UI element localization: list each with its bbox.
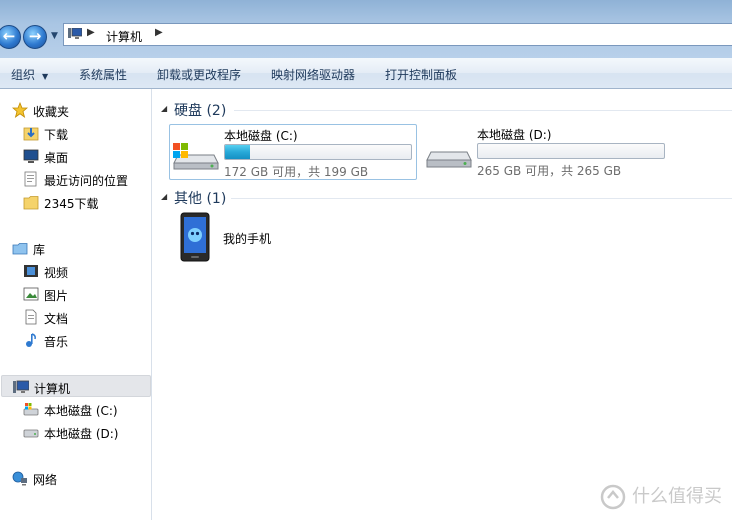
nav-item-label: 文档 (44, 312, 69, 326)
star-icon (12, 102, 28, 118)
nav-item-recent-places[interactable]: 最近访问的位置 (0, 168, 150, 190)
hard-drive-icon (23, 429, 39, 438)
address-bar[interactable]: ▶ 计算机 ▶ (63, 23, 732, 46)
collapse-arrow-icon[interactable]: ◢ (161, 104, 167, 113)
drive-name: 本地磁盘 (C:) (224, 129, 298, 143)
map-network-drive-button[interactable]: 映射网络驱动器 (271, 66, 355, 83)
desktop-icon (23, 149, 39, 163)
system-drive-icon (23, 403, 39, 416)
drive-usage-bar (224, 144, 412, 160)
nav-item-label: 本地磁盘 (C:) (44, 404, 118, 418)
nav-item-drive-d[interactable]: 本地磁盘 (D:) (0, 421, 150, 443)
drive-item-c[interactable]: 本地磁盘 (C:) 172 GB 可用，共 199 GB (169, 124, 417, 180)
open-control-panel-button[interactable]: 打开控制面板 (385, 66, 457, 83)
nav-item-label: 视频 (44, 266, 69, 280)
video-icon (24, 265, 38, 277)
collapse-arrow-icon[interactable]: ◢ (161, 192, 167, 201)
nav-item-label: 音乐 (44, 335, 69, 349)
drive-free-space: 172 GB 可用，共 199 GB (224, 165, 369, 179)
drive-usage-fill (225, 145, 251, 159)
group-title: 其他 (1) (174, 191, 227, 207)
system-drive-icon (173, 143, 219, 170)
drive-free-space: 265 GB 可用，共 265 GB (477, 164, 622, 178)
nav-item-desktop[interactable]: 桌面 (0, 145, 150, 167)
breadcrumb-computer[interactable]: 计算机 (106, 28, 142, 45)
pictures-icon (23, 287, 39, 301)
group-header-other[interactable]: ◢ 其他 (1) (161, 187, 732, 207)
watermark-text: 什么值得买 (632, 486, 722, 507)
uninstall-program-button[interactable]: 卸载或更改程序 (157, 66, 241, 83)
watermark: 什么值得买 (600, 482, 722, 510)
organize-label: 组织 (11, 68, 36, 82)
group-header-hard-drives[interactable]: ◢ 硬盘 (2) (161, 99, 732, 119)
music-icon (26, 333, 36, 347)
group-divider (234, 110, 732, 111)
watermark-logo-icon (600, 484, 626, 510)
command-bar: 组织 ▼ 系统属性 卸载或更改程序 映射网络驱动器 打开控制面板 (0, 58, 732, 89)
downloads-folder-icon (23, 127, 39, 141)
nav-item-pictures[interactable]: 图片 (0, 283, 150, 305)
nav-network[interactable]: 网络 (0, 467, 150, 489)
back-button[interactable]: ← (0, 25, 21, 49)
nav-item-music[interactable]: 音乐 (0, 329, 150, 351)
nav-item-downloads[interactable]: 下载 (0, 122, 150, 144)
drive-name: 本地磁盘 (D:) (477, 128, 552, 142)
breadcrumb-separator-icon[interactable]: ▶ (155, 27, 163, 38)
computer-icon (13, 380, 29, 393)
nav-favorites[interactable]: 收藏夹 (0, 99, 150, 121)
nav-item-2345-downloads[interactable]: 2345下载 (0, 191, 150, 213)
content-area: ◢ 硬盘 (2) 本地磁盘 (C:) 172 GB 可用，共 199 GB 本地… (153, 89, 732, 520)
computer-icon (68, 28, 82, 39)
group-title: 硬盘 (2) (174, 103, 227, 119)
phone-icon (180, 212, 210, 262)
back-arrow-icon: ← (2, 27, 16, 45)
nav-libraries-label: 库 (33, 243, 46, 257)
nav-computer-label: 计算机 (34, 382, 71, 396)
group-divider (231, 198, 732, 199)
nav-network-label: 网络 (33, 473, 58, 487)
nav-item-videos[interactable]: 视频 (0, 260, 150, 282)
network-icon (12, 471, 27, 486)
window-header: ← → ▼ ▶ 计算机 ▶ (0, 0, 732, 58)
nav-item-label: 2345下载 (44, 197, 99, 211)
drive-usage-bar (477, 143, 665, 159)
navigation-pane: 收藏夹 下载 桌面 最近访问的位置 2345下载 库 视频 图片 文档 音乐 计… (0, 89, 152, 520)
device-item-phone[interactable]: 我的手机 (180, 212, 380, 266)
folder-icon (23, 196, 39, 210)
hard-drive-icon (426, 151, 472, 168)
documents-icon (25, 309, 37, 325)
dropdown-arrow-icon: ▼ (42, 72, 49, 81)
nav-item-documents[interactable]: 文档 (0, 306, 150, 328)
system-properties-button[interactable]: 系统属性 (79, 66, 127, 83)
library-icon (12, 243, 28, 255)
nav-item-label: 本地磁盘 (D:) (44, 427, 119, 441)
recent-pages-dropdown-icon[interactable]: ▼ (51, 31, 58, 41)
device-name: 我的手机 (223, 232, 272, 246)
forward-arrow-icon: → (28, 27, 42, 45)
nav-item-label: 最近访问的位置 (44, 174, 129, 188)
organize-button[interactable]: 组织 ▼ (11, 66, 48, 83)
nav-libraries[interactable]: 库 (0, 237, 150, 259)
nav-item-label: 下载 (44, 128, 69, 142)
nav-favorites-label: 收藏夹 (33, 105, 70, 119)
recent-places-icon (24, 171, 37, 187)
nav-item-drive-c[interactable]: 本地磁盘 (C:) (0, 398, 150, 420)
nav-computer[interactable]: 计算机 (1, 375, 151, 397)
nav-item-label: 图片 (44, 289, 69, 303)
drive-item-d[interactable]: 本地磁盘 (D:) 265 GB 可用，共 265 GB (423, 124, 671, 180)
breadcrumb-separator-icon[interactable]: ▶ (87, 27, 95, 38)
nav-item-label: 桌面 (44, 151, 69, 165)
forward-button[interactable]: → (23, 25, 47, 49)
